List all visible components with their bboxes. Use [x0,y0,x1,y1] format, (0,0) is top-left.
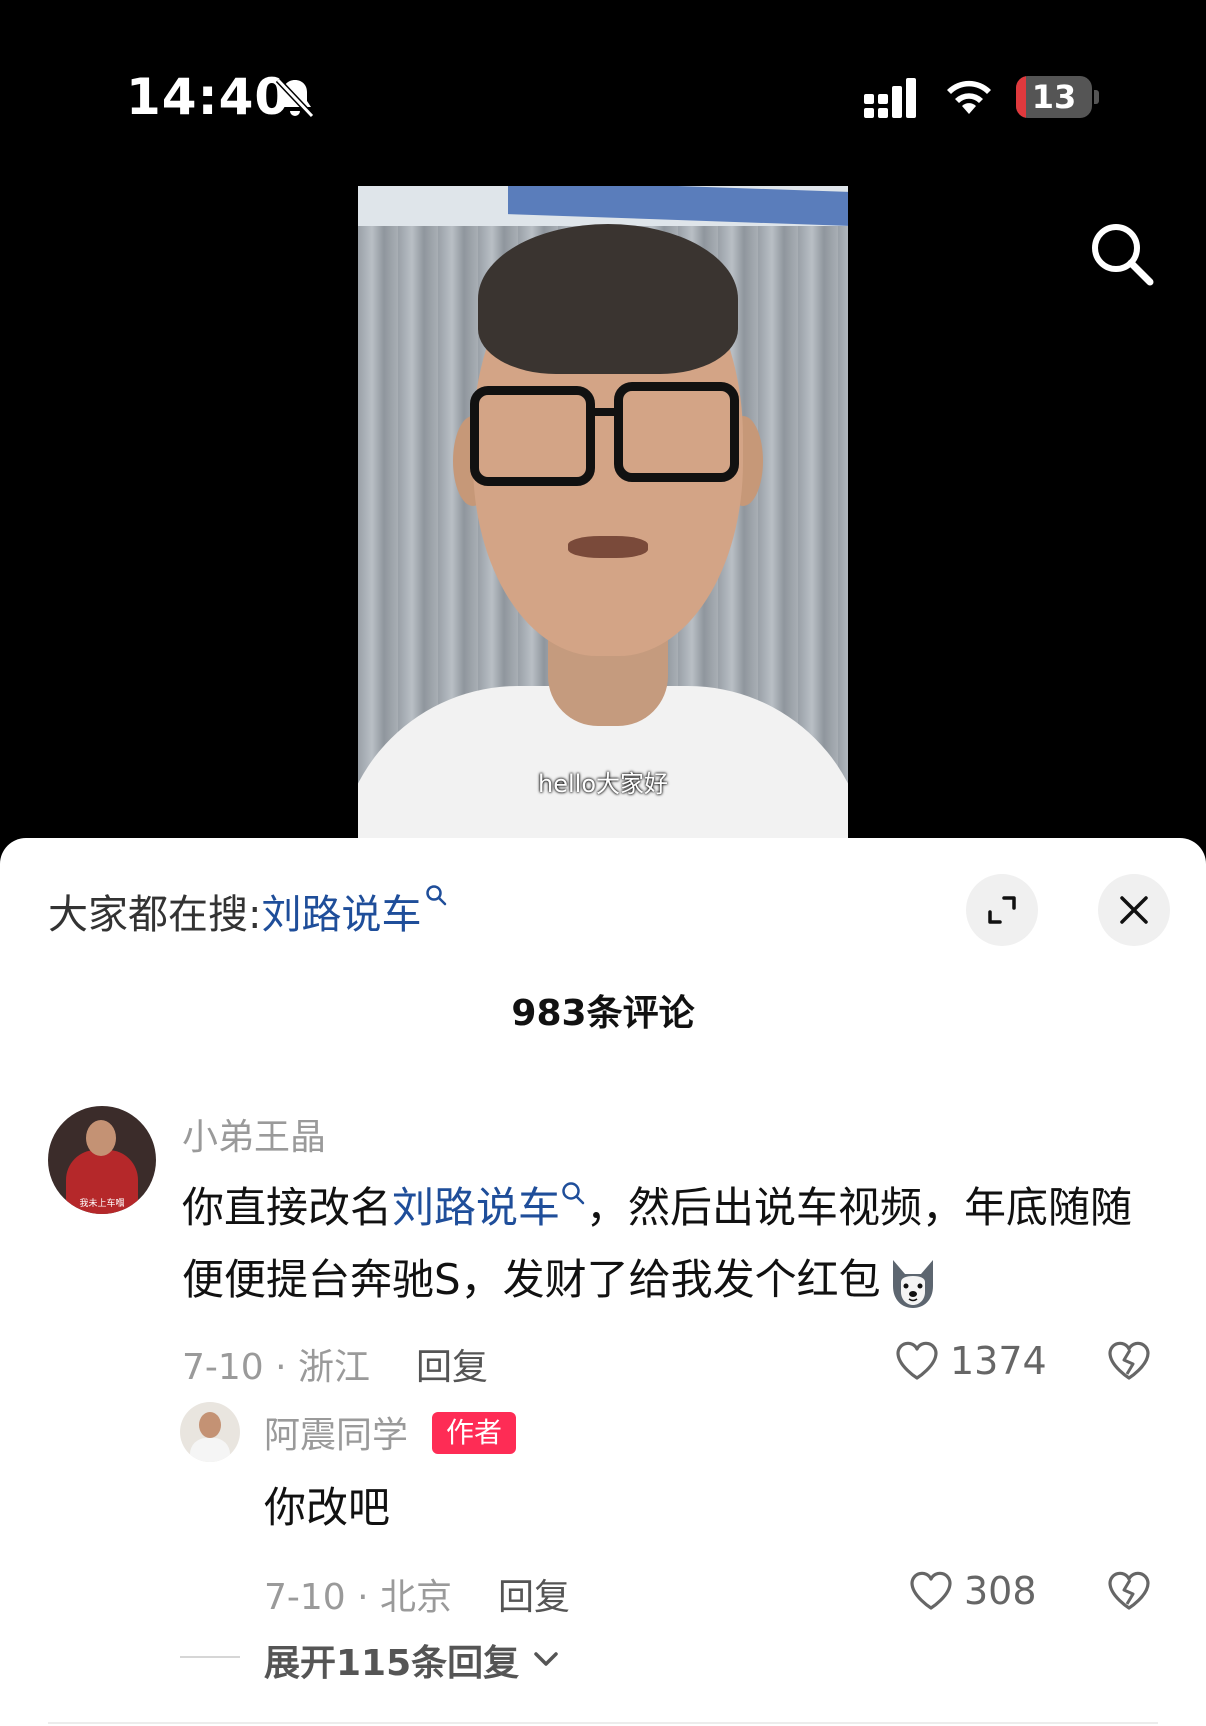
divider [180,1656,240,1658]
comment-date-location: 7-10 · 浙江 [182,1347,371,1388]
avatar-caption: 我未上车嗰 [79,1199,125,1209]
cellular-signal-icon [864,78,916,118]
expand-button[interactable] [966,874,1038,946]
trending-prefix: 大家都在搜: [48,892,262,938]
close-button[interactable] [1098,874,1170,946]
like-button[interactable]: 308 [908,1566,1044,1616]
avatar[interactable] [180,1402,240,1462]
close-icon [1120,896,1148,924]
reply-username[interactable]: 阿震同学 [264,1406,408,1458]
bell-muted-icon [275,77,315,119]
comment-keyword-link[interactable]: 刘路说车 [392,1183,560,1232]
avatar[interactable]: 我未上车嗰 [48,1106,156,1214]
expand-replies-label: 展开115条回复 [264,1643,520,1684]
broken-heart-icon[interactable] [1106,1568,1152,1612]
chevron-down-icon [534,1652,558,1666]
husky-emoji-icon [892,1259,933,1308]
expand-icon [988,896,1016,924]
battery-icon: 13 [1016,76,1100,118]
trending-search[interactable]: 大家都在搜:刘路说车 [48,882,447,940]
search-icon [426,885,447,906]
reply-button[interactable]: 回复 [416,1338,488,1390]
comment-username[interactable]: 小弟王晶 [182,1108,326,1160]
like-count: 1374 [950,1339,1047,1383]
like-count: 308 [964,1569,1037,1613]
comment-text: 你直接改名刘路说车 ，然后出说车视频，年底随随便便提台奔驰S，发财了给我发个红包 [182,1172,1162,1316]
reply-button[interactable]: 回复 [498,1568,570,1620]
wifi-icon [947,80,991,114]
divider [48,1722,1158,1724]
search-icon[interactable] [1086,218,1156,288]
status-time: 14:40 [126,68,291,126]
video-subtitle: hello大家好 [538,770,668,798]
heart-icon [896,1341,938,1380]
reply-text: 你改吧 [264,1483,391,1532]
search-icon [562,1182,585,1205]
heart-icon [910,1571,952,1610]
video-player[interactable]: hello大家好 [358,186,848,838]
battery-level: 13 [1031,78,1077,116]
author-badge: 作者 [432,1412,516,1454]
comment-text-part: 你直接改名 [182,1183,393,1232]
reply-date-location: 7-10 · 北京 [264,1577,453,1618]
broken-heart-icon[interactable] [1106,1338,1152,1382]
comment-count: 983条评论 [511,993,695,1034]
trending-keyword[interactable]: 刘路说车 [261,892,421,938]
status-bar: 14:40 13 [0,0,1206,150]
comments-panel: 大家都在搜:刘路说车 983条评论 我未上车嗰 小弟王晶 你直接改名刘路说车 ，… [0,838,1206,1726]
like-button[interactable]: 1374 [894,1336,1047,1386]
